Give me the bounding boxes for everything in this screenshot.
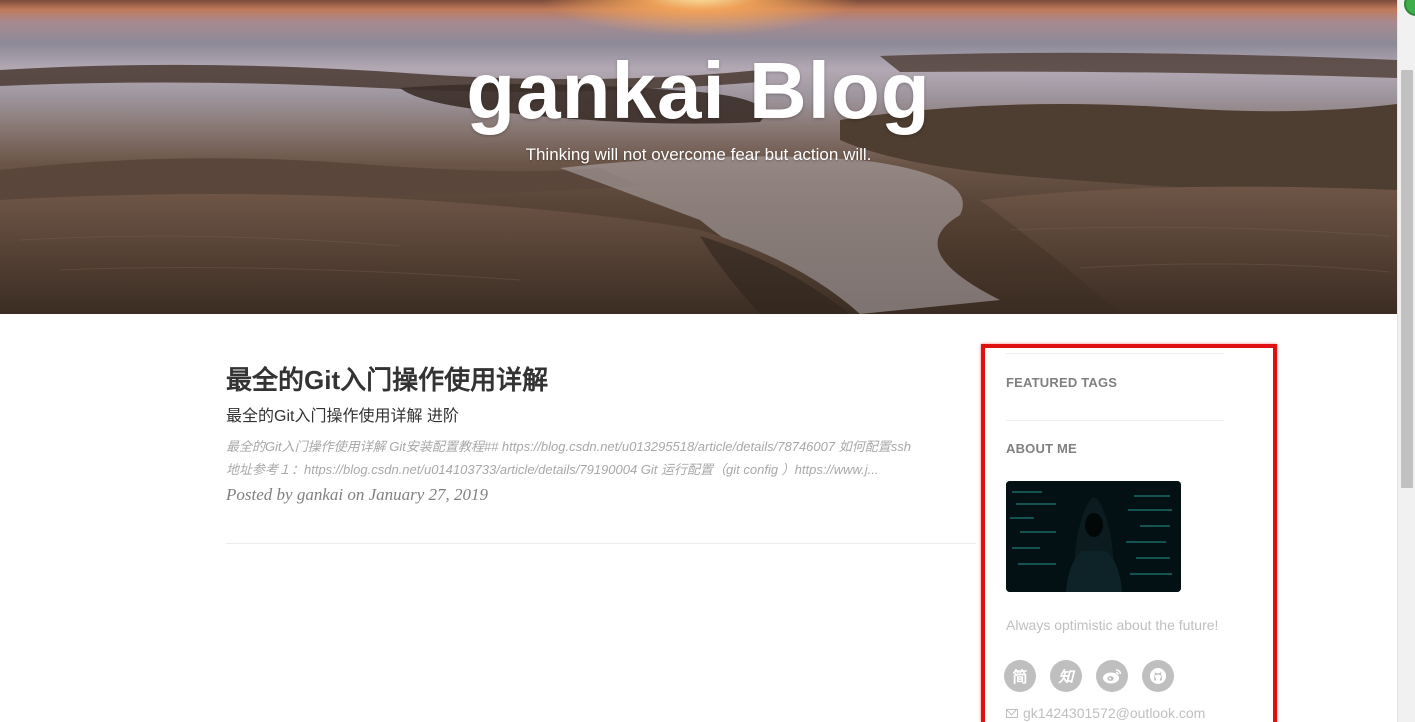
post-preview[interactable]: 最全的Git入门操作使用详解 最全的Git入门操作使用详解 进阶 最全的Git入… — [226, 360, 976, 507]
post-meta: Posted by gankai on January 27, 2019 — [226, 485, 489, 504]
post-excerpt-line: 最全的Git入门操作使用详解 Git安装配置教程## https://blog.… — [226, 439, 911, 454]
post-divider — [226, 543, 976, 544]
post-excerpt[interactable]: 最全的Git入门操作使用详解 Git安装配置教程## https://blog.… — [226, 435, 971, 481]
scrollbar[interactable] — [1397, 0, 1415, 722]
post-title[interactable]: 最全的Git入门操作使用详解 — [226, 360, 976, 400]
site-subtitle: Thinking will not overcome fear but acti… — [525, 145, 872, 164]
site-title[interactable]: gankai Blog — [0, 46, 1397, 136]
post-excerpt-line: 地址参考１：https://blog.csdn.net/u014103733/a… — [226, 462, 879, 477]
scrollbar-thumb[interactable] — [1401, 70, 1413, 488]
post-subtitle[interactable]: 最全的Git入门操作使用详解 进阶 — [226, 406, 976, 428]
highlight-box — [981, 344, 1277, 722]
hero-banner: gankai Blog Thinking will not overcome f… — [0, 0, 1397, 314]
